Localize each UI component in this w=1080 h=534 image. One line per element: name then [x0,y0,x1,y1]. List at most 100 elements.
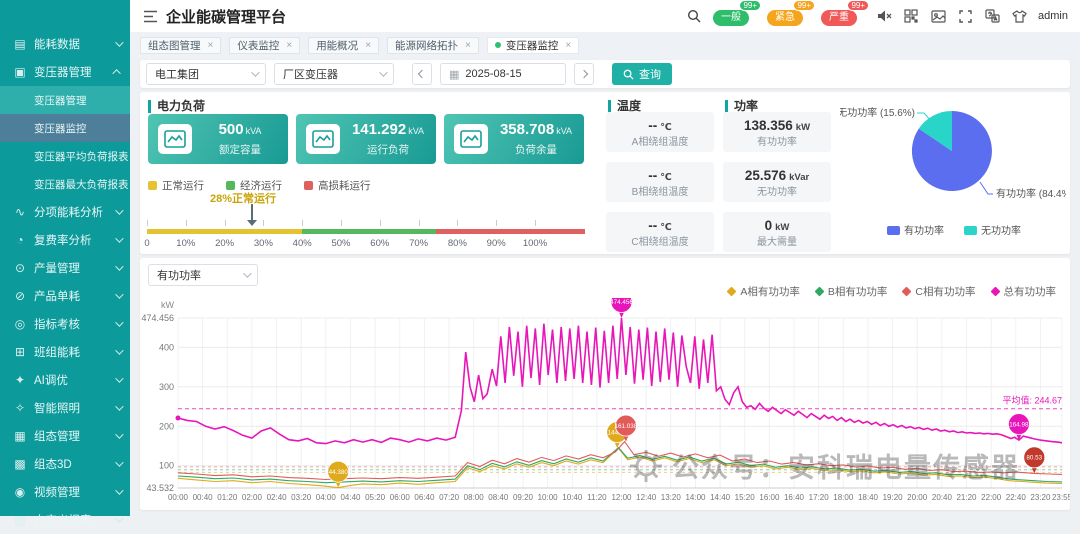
tab-close-icon[interactable]: × [286,40,292,51]
next-day-button[interactable] [574,63,594,85]
tab-close-icon[interactable]: × [565,40,571,51]
svg-text:08:00: 08:00 [464,493,485,502]
stat-unit: kVA [556,125,573,136]
alarm-badge-1[interactable]: 紧急 99+ [767,0,816,26]
svg-text:16:00: 16:00 [759,493,780,502]
unit: ℃ [660,172,672,183]
alarm-badge-label: 一般 [713,9,750,26]
sidebar-item-2[interactable]: ∿ 分项能耗分析 [0,198,130,226]
sidebar-item-5[interactable]: ⊘ 产品单耗 [0,282,130,310]
sidebar-item-label: 班组能耗 [34,347,80,359]
group-select[interactable]: 电工集团 [146,63,266,85]
calendar-icon: ▦ [449,68,460,81]
svg-text:10:40: 10:40 [562,493,583,502]
mute-icon[interactable] [876,8,892,24]
sidebar-item-label: 自定义报表 [34,515,92,527]
sidebar-subitem-1-0[interactable]: 变压器管理 [0,86,130,114]
svg-text:474.456: 474.456 [141,313,174,323]
alarm-badge-0[interactable]: 一般 99+ [713,0,762,26]
chart-image-icon [454,124,488,154]
chevron-down-icon [115,430,124,439]
sidebar-subitem-1-3[interactable]: 变压器最大负荷报表 [0,170,130,198]
svg-text:23:55: 23:55 [1052,493,1070,502]
sidebar-item-11[interactable]: ▩ 组态3D [0,450,130,478]
sidebar-item-label: 视频管理 [34,487,80,499]
chart-legend-item[interactable]: C相有功功率 [901,284,976,299]
tab-close-icon[interactable]: × [208,40,214,51]
transformer-select[interactable]: 厂区变压器 [274,63,394,85]
theme-icon[interactable] [1011,8,1027,24]
page-title: 企业能碳管理平台 [166,8,287,26]
sidebar-item-7[interactable]: ⊞ 班组能耗 [0,338,130,366]
svg-text:300: 300 [159,382,174,392]
chevron-down-icon [379,68,388,77]
menu-toggle-icon[interactable] [142,8,158,24]
svg-text:05:20: 05:20 [365,493,386,502]
language-icon[interactable] [984,8,1000,24]
svg-text:18:40: 18:40 [858,493,879,502]
sidebar-subitem-label: 变压器平均负荷报表 [34,150,129,163]
sidebar-item-8[interactable]: ✦ AI调优 [0,366,130,394]
chevron-down-icon [115,262,124,271]
sidebar-item-9[interactable]: ✧ 智能照明 [0,394,130,422]
search-button[interactable]: 查询 [612,63,672,85]
label: A相绕组温度 [631,137,689,148]
gauge-tick [263,220,265,226]
user-menu[interactable]: admin [1038,10,1068,22]
svg-text:无功功率: 无功功率 [981,224,1021,237]
sidebar-item-label: 组态3D [34,459,72,471]
transformer-select-value: 厂区变压器 [283,69,338,81]
svg-text:17:20: 17:20 [809,493,830,502]
tab-1[interactable]: 仪表监控 × [229,36,301,54]
sidebar-item-0[interactable]: ▤ 能耗数据 [0,30,130,58]
tab-4[interactable]: 变压器监控 × [486,36,580,54]
screenshot-icon[interactable] [930,8,946,24]
production-icon: ⊙ [14,261,26,275]
sidebar-item-13[interactable]: ▧ 自定义报表 [0,506,130,534]
sidebar-item-label: 能耗数据 [34,39,80,51]
chart-legend-item[interactable]: A相有功功率 [726,284,800,299]
sidebar-subitem-1-2[interactable]: 变压器平均负荷报表 [0,142,130,170]
chevron-down-icon [115,206,124,215]
unit: kVar [789,172,810,183]
kpi-icon: ◎ [14,317,26,331]
tab-3[interactable]: 能源网络拓扑 × [387,36,479,54]
qr-code-icon[interactable] [903,8,919,24]
top-header: 企业能碳管理平台 一般 99+ 紧急 99+ 严重 99+ admin [130,0,1080,32]
date-picker[interactable]: ▦ 2025-08-15 [440,63,566,85]
svg-text:有功功率: 有功功率 [904,224,944,237]
gauge-tick-label: 10% [176,238,196,249]
sidebar-item-12[interactable]: ◉ 视频管理 [0,478,130,506]
chart-legend-item[interactable]: B相有功功率 [814,284,887,299]
sidebar-subitem-1-1[interactable]: 变压器监控 [0,114,130,142]
tab-close-icon[interactable]: × [365,40,371,51]
prev-day-button[interactable] [412,63,432,85]
gauge-segment [436,229,586,234]
sidebar-item-4[interactable]: ⊙ 产量管理 [0,254,130,282]
svg-text:04:00: 04:00 [316,493,337,502]
metric-select[interactable]: 有功功率 [148,264,258,286]
overview-panel: 电力负荷 500 kVA 额定容量 141.292 kVA 运行负荷 358.708… [140,92,1070,254]
chart-legend-item[interactable]: 总有功功率 [990,284,1056,299]
stat-value: 358.708 kVA [499,120,573,138]
sidebar-item-3[interactable]: ◔ 复费率分析 [0,226,130,254]
tab-0[interactable]: 组态图管理 × [140,36,222,54]
pie-legend[interactable]: 有功功率 无功功率 [887,224,1021,237]
svg-text:13:20: 13:20 [661,493,682,502]
custom-report-icon: ▧ [14,513,26,527]
fullscreen-icon[interactable] [957,8,973,24]
gauge-tick-label: 80% [447,238,467,249]
temperature-card-1: -- ℃ B相绕组温度 [606,162,714,202]
tab-2[interactable]: 用能概况 × [308,36,380,54]
filter-bar: 电工集团 厂区变压器 ▦ 2025-08-15 查询 [140,60,1070,88]
transformer-icon: ▣ [14,65,26,79]
tab-close-icon[interactable]: × [465,40,471,51]
gauge-tick [185,220,187,226]
sidebar-item-6[interactable]: ◎ 指标考核 [0,310,130,338]
search-icon[interactable] [686,8,702,24]
sidebar-item-10[interactable]: ▦ 组态管理 [0,422,130,450]
sidebar-item-1[interactable]: ▣ 变压器管理 [0,58,130,86]
gauge-tick [379,220,381,226]
alarm-badge-2[interactable]: 严重 99+ [821,0,870,26]
chevron-right-icon [579,69,589,79]
